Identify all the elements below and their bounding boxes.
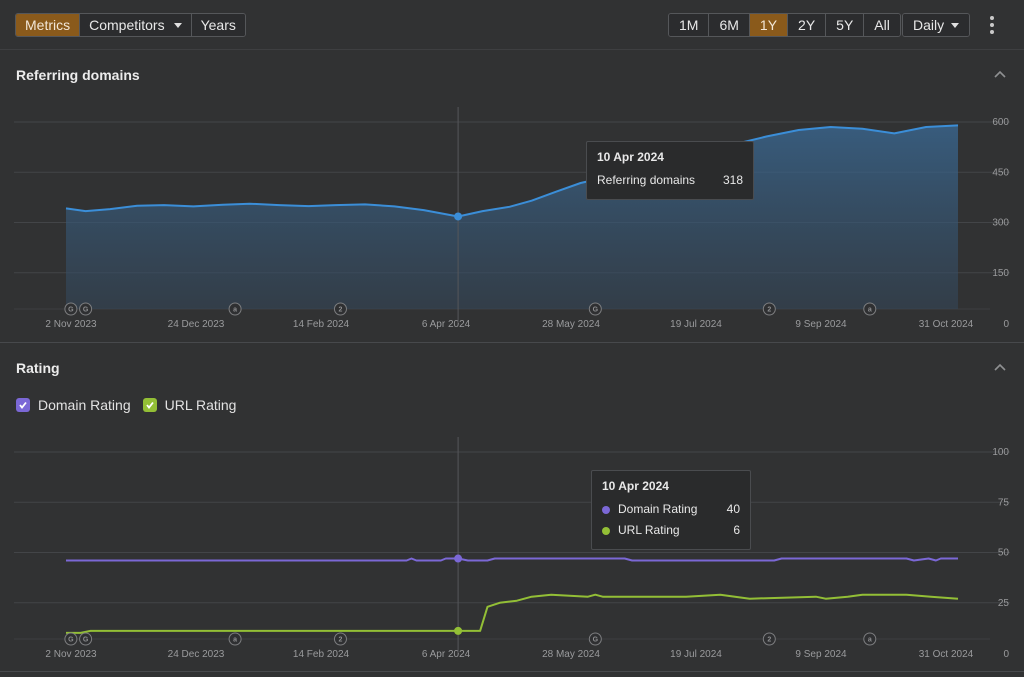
x-tick-label: 28 May 2024 — [542, 649, 600, 660]
legend-url-rating[interactable]: URL Rating — [142, 397, 237, 413]
tooltip-label: URL Rating — [618, 523, 680, 537]
tab-competitors-label: Competitors — [89, 17, 165, 33]
range-all-button[interactable]: All — [864, 14, 900, 36]
tab-metrics[interactable]: Metrics — [16, 14, 81, 36]
x-tick-label: 14 Feb 2024 — [293, 319, 350, 330]
rating-chart: 0 25 50 75 100 2 Nov 2023 24 Dec 2023 14 Feb 20… — [14, 437, 1010, 660]
chevron-up-icon[interactable] — [992, 359, 1008, 375]
range-1y-button[interactable]: 1Y — [749, 14, 789, 36]
interval-label: Daily — [913, 17, 945, 33]
annotation-label: 2 — [767, 637, 771, 644]
x-tick-label: 2 Nov 2023 — [45, 319, 97, 330]
y-tick-label: 25 — [998, 598, 1010, 609]
rating-title: Rating — [16, 360, 60, 376]
annotation-label: G — [593, 637, 599, 644]
range-2y-button[interactable]: 2Y — [788, 14, 827, 36]
caret-down-icon — [173, 22, 182, 28]
annotation-label: a — [233, 637, 237, 644]
annotation-label: a — [868, 637, 872, 644]
series-line-domain-rating — [66, 557, 958, 562]
annotation-label: 2 — [339, 637, 343, 644]
annotation-label: G — [83, 307, 89, 314]
tooltip-row: URL Rating 6 — [602, 520, 740, 541]
annotation-label: a — [233, 307, 237, 314]
x-tick-label: 24 Dec 2023 — [168, 649, 225, 660]
x-tick-label: 6 Apr 2024 — [422, 649, 471, 660]
domain-rating-dot-icon — [602, 505, 610, 514]
y-tick-label: 75 — [998, 497, 1010, 508]
x-tick-label: 19 Jul 2024 — [670, 319, 722, 330]
tooltip-label: Referring domains — [597, 173, 696, 187]
area-fill — [66, 125, 958, 310]
kebab-menu-icon[interactable] — [987, 16, 997, 34]
tooltip-row: Referring domains 318 — [597, 170, 743, 191]
rating-legend: Domain Rating URL Rating — [16, 397, 248, 413]
range-tab-group: 1M 6M 1Y 2Y 5Y All — [668, 13, 901, 37]
annotation-label: 2 — [339, 307, 343, 314]
y-tick-label: 0 — [1003, 649, 1009, 660]
annotation-label: G — [593, 307, 599, 314]
y-tick-label: 150 — [992, 268, 1009, 279]
x-tick-label: 9 Sep 2024 — [795, 319, 847, 330]
annotation-label: 2 — [767, 307, 771, 314]
tooltip-date: 10 Apr 2024 — [597, 150, 664, 164]
y-tick-label: 300 — [992, 218, 1009, 229]
tab-years-label: Years — [200, 17, 236, 33]
x-tick-label: 14 Feb 2024 — [293, 649, 350, 660]
x-tick-label: 31 Oct 2024 — [919, 649, 974, 660]
referring-domains-tooltip: 10 Apr 2024 Referring domains 318 — [586, 141, 754, 200]
referring-domains-chart: 0 150 300 450 600 2 Nov 2023 24 Dec 2023 14 Feb… — [14, 107, 1010, 330]
section-divider — [0, 342, 1024, 343]
range-5y-button[interactable]: 5Y — [826, 14, 865, 36]
section-divider — [0, 671, 1024, 672]
x-tick-label: 24 Dec 2023 — [168, 319, 225, 330]
interval-dropdown[interactable]: Daily — [902, 13, 971, 37]
referring-domains-title: Referring domains — [16, 67, 140, 83]
x-tick-label: 28 May 2024 — [542, 319, 600, 330]
x-tick-label: 2 Nov 2023 — [45, 649, 97, 660]
view-tab-group: Metrics Competitors Years — [15, 13, 246, 37]
hover-point — [454, 212, 463, 221]
chevron-down-icon — [951, 22, 960, 28]
range-6m-button[interactable]: 6M — [709, 14, 750, 36]
x-tick-label: 19 Jul 2024 — [670, 649, 722, 660]
x-tick-label: 31 Oct 2024 — [919, 319, 974, 330]
hover-point — [454, 554, 463, 563]
tooltip-row: Domain Rating 40 — [602, 499, 740, 520]
y-tick-label: 0 — [1003, 319, 1009, 330]
rating-tooltip: 10 Apr 2024 Domain Rating 40 URL Rating … — [591, 470, 751, 550]
range-1m-button[interactable]: 1M — [669, 14, 710, 36]
legend-label: Domain Rating — [38, 397, 131, 413]
tab-metrics-label: Metrics — [25, 17, 71, 33]
tab-years[interactable]: Years — [191, 14, 245, 36]
y-tick-label: 450 — [992, 167, 1009, 178]
toolbar: Metrics Competitors Years 1M 6M 1Y 2Y 5Y… — [0, 0, 1024, 50]
series-line-url-rating — [66, 593, 959, 634]
tooltip-label: Domain Rating — [618, 502, 698, 516]
tooltip-date: 10 Apr 2024 — [602, 479, 669, 493]
checkbox-checked-icon[interactable] — [142, 398, 157, 412]
x-tick-label: 6 Apr 2024 — [422, 319, 471, 330]
annotation-label: G — [68, 637, 74, 644]
legend-domain-rating[interactable]: Domain Rating — [16, 397, 131, 413]
hover-point — [454, 626, 463, 635]
tooltip-value: 40 — [726, 502, 740, 516]
annotation-label: G — [83, 637, 89, 644]
y-tick-label: 600 — [992, 117, 1009, 128]
tab-competitors[interactable]: Competitors — [80, 14, 192, 36]
tooltip-value: 318 — [722, 173, 743, 187]
legend-label: URL Rating — [164, 397, 237, 413]
url-rating-dot-icon — [602, 526, 610, 535]
chevron-up-icon[interactable] — [992, 66, 1008, 82]
interval-select[interactable]: Daily — [903, 14, 970, 36]
tooltip-value: 6 — [733, 523, 740, 537]
annotation-label: a — [868, 307, 872, 314]
annotation-label: G — [68, 307, 74, 314]
x-tick-label: 9 Sep 2024 — [795, 649, 847, 660]
y-tick-label: 50 — [998, 548, 1010, 559]
y-tick-label: 100 — [992, 447, 1009, 458]
checkbox-checked-icon[interactable] — [16, 398, 30, 412]
